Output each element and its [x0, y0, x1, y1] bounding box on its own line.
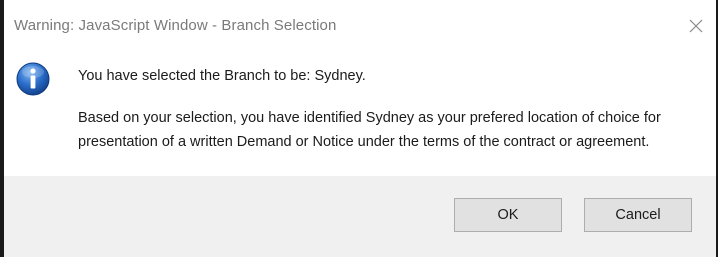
- title-bar[interactable]: Warning: JavaScript Window - Branch Sele…: [4, 0, 716, 54]
- message-line-2: Based on your selection, you have identi…: [78, 110, 661, 126]
- window-bottom-edge: [4, 244, 716, 257]
- message-area: You have selected the Branch to be: Sydn…: [4, 54, 716, 176]
- window-title: Warning: JavaScript Window - Branch Sele…: [14, 17, 337, 34]
- message-line-3: presentation of a written Demand or Noti…: [78, 134, 650, 150]
- cancel-button[interactable]: Cancel: [584, 198, 692, 232]
- dialog-window: Warning: JavaScript Window - Branch Sele…: [0, 0, 718, 257]
- message-line-1: You have selected the Branch to be: Sydn…: [78, 68, 366, 84]
- button-bar: OK Cancel: [4, 176, 716, 244]
- close-button[interactable]: [682, 12, 710, 40]
- info-icon: [16, 62, 50, 96]
- ok-button[interactable]: OK: [454, 198, 562, 232]
- close-icon: [689, 19, 703, 33]
